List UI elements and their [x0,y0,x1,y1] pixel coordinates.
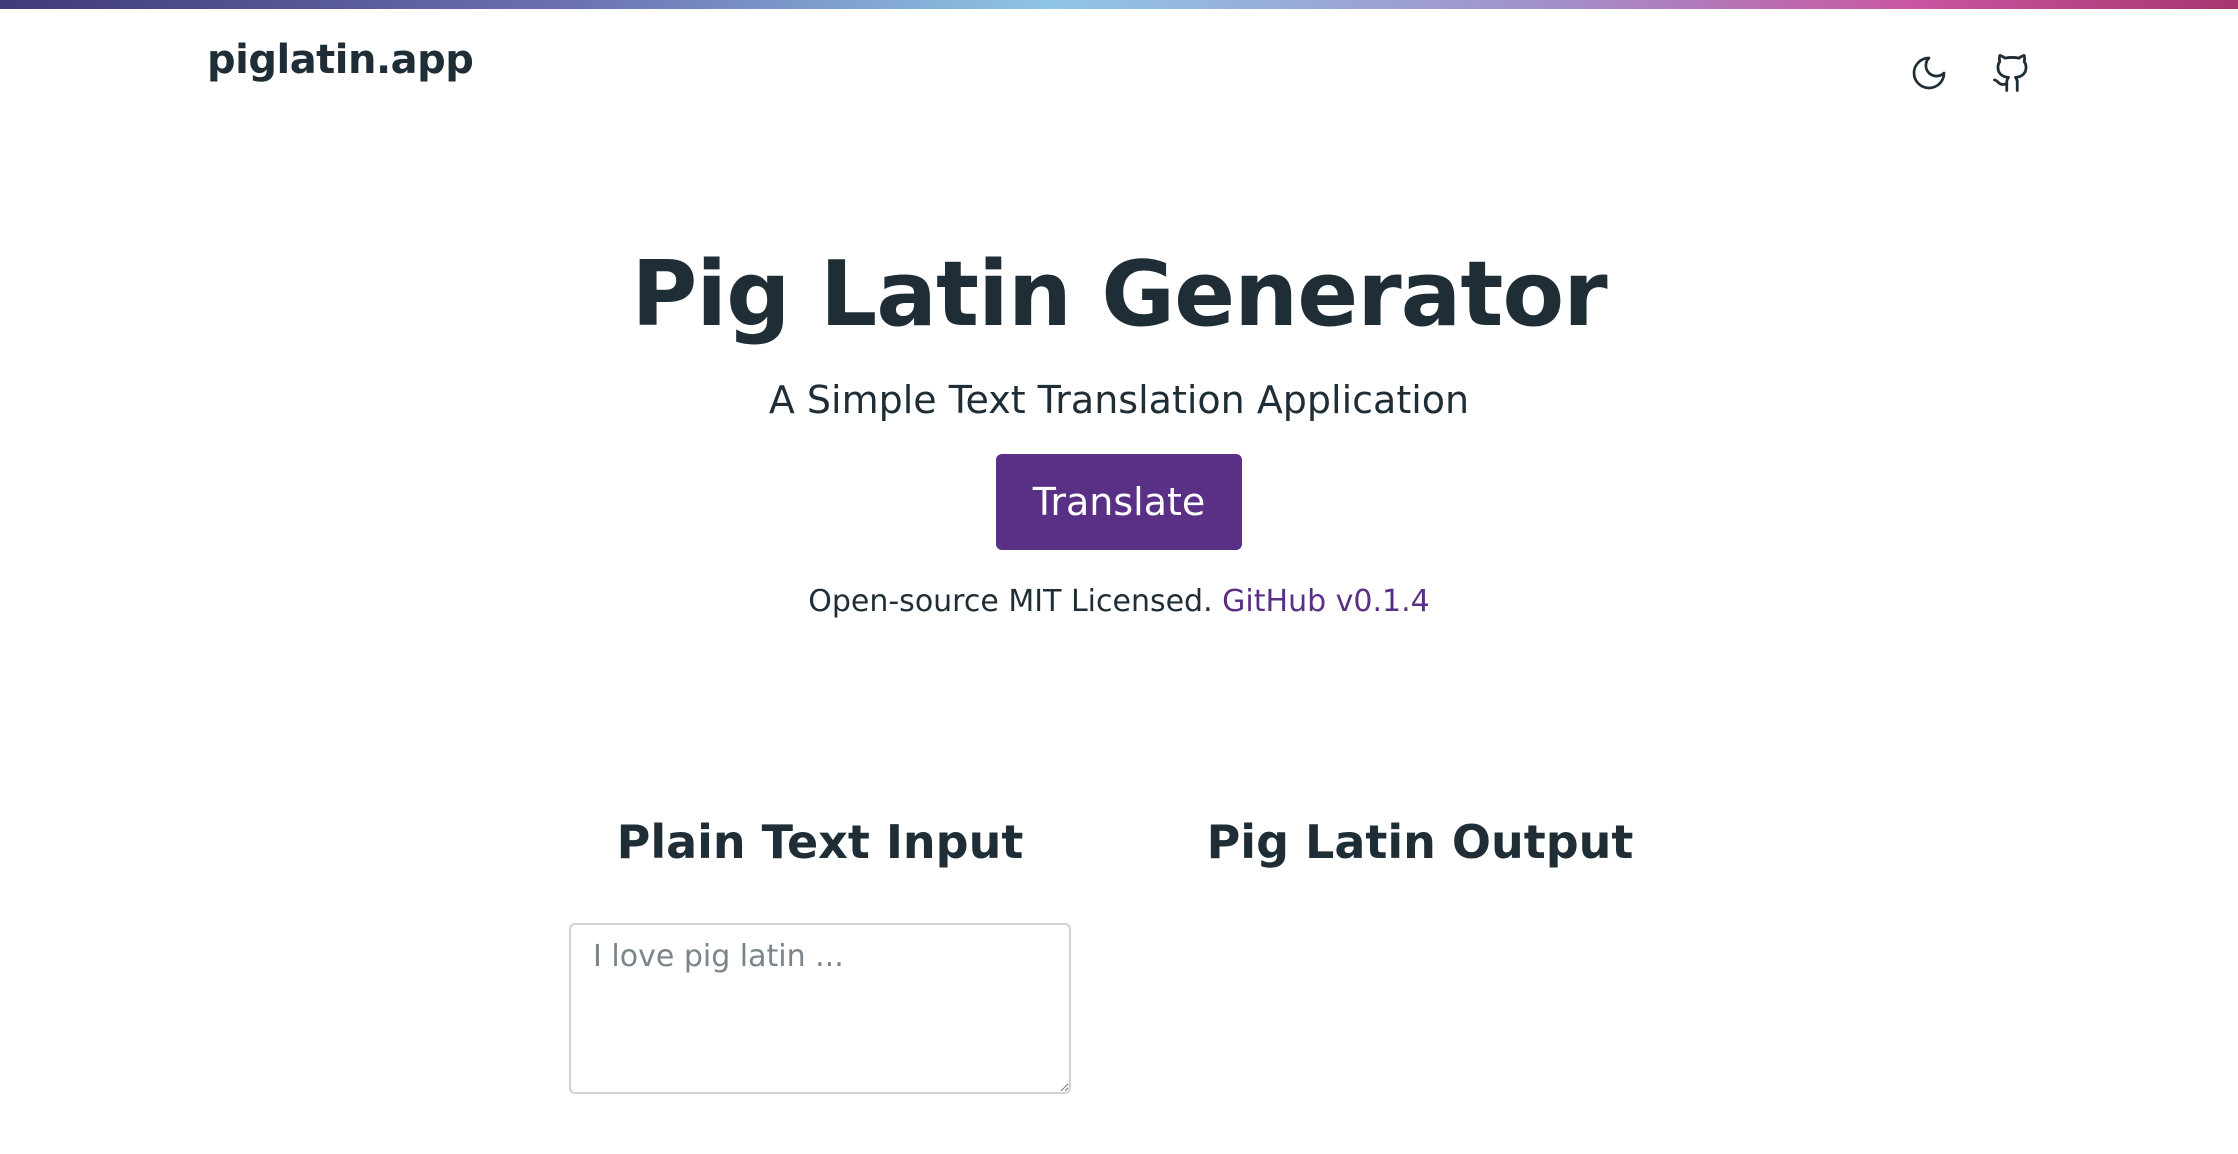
github-icon [1991,52,2033,94]
github-button[interactable] [1988,49,2036,97]
page-title: Pig Latin Generator [631,242,1607,347]
plain-text-input[interactable] [569,923,1071,1094]
hero-section: Pig Latin Generator A Simple Text Transl… [0,240,2238,622]
moon-icon [1909,53,1949,93]
license-line: Open-source MIT Licensed. GitHub v0.1.4 [0,582,2238,622]
license-text: Open-source MIT Licensed. [808,584,1213,619]
page-subtitle: A Simple Text Translation Application [768,378,1470,422]
translate-button[interactable]: Translate [996,454,1242,550]
site-header: piglatin.app [0,9,2238,129]
brand-logo-link[interactable]: piglatin.app [207,40,474,80]
pig-latin-output [1185,923,1655,1094]
pig-latin-output-title: Pig Latin Output [1206,815,1634,869]
theme-toggle-button[interactable] [1905,49,1953,97]
top-gradient-stripe [0,0,2238,9]
github-version-link[interactable]: GitHub v0.1.4 [1222,584,1430,619]
plain-text-input-title: Plain Text Input [616,815,1024,869]
